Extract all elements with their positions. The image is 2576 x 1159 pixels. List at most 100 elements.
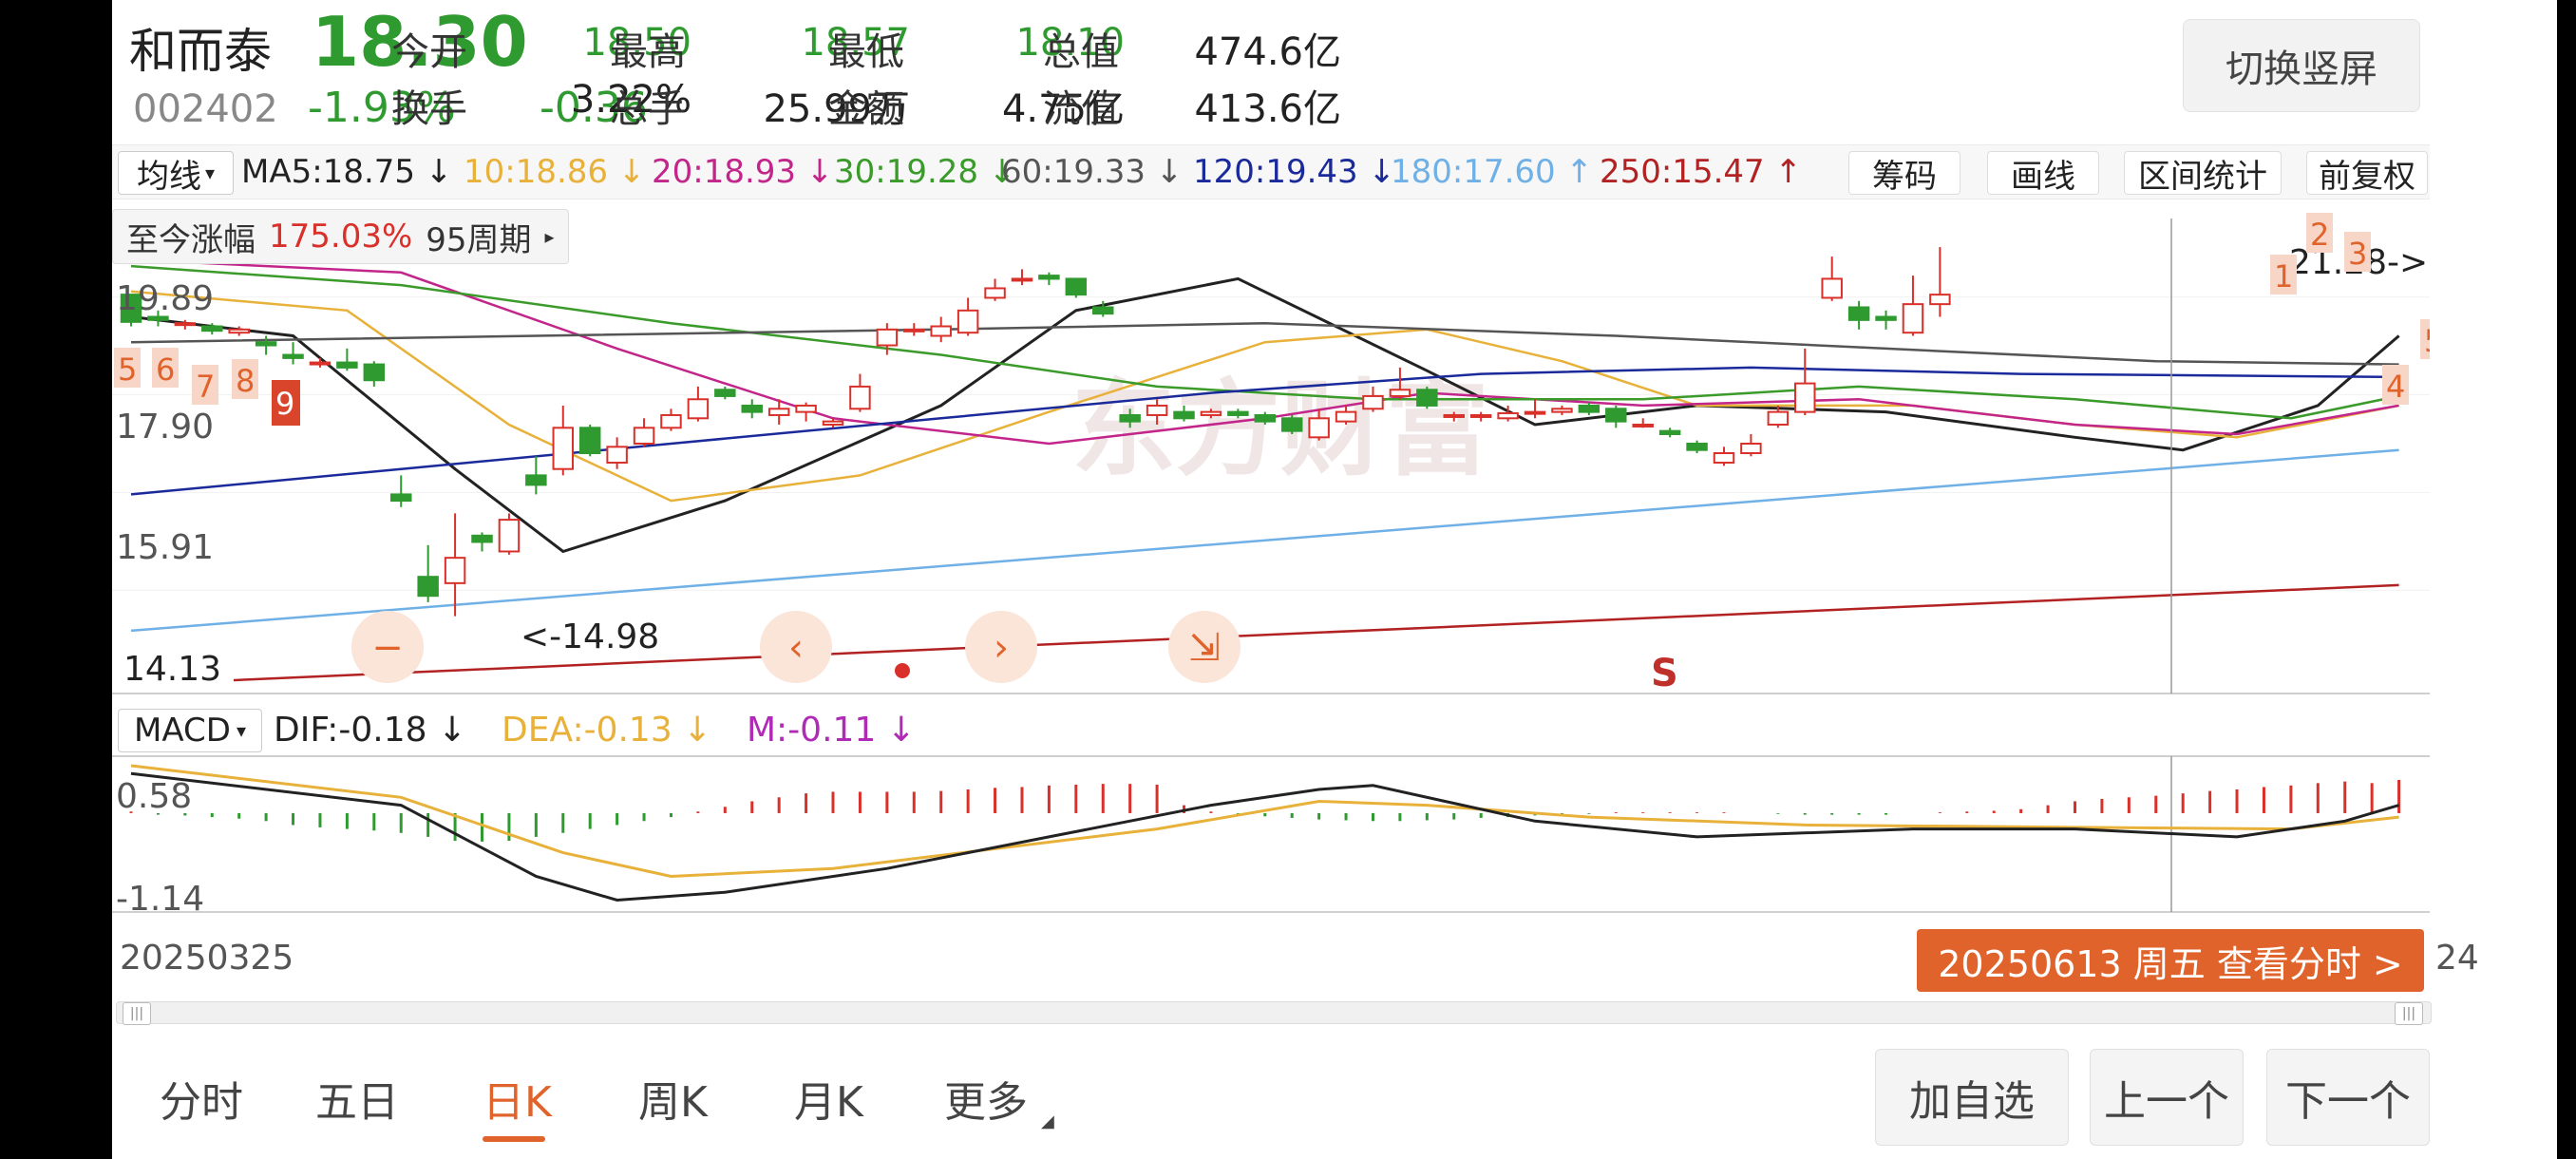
candle-body: [1443, 413, 1465, 418]
candle-body: [363, 363, 386, 382]
candle-body: [930, 325, 952, 337]
tab-0[interactable]: 分时: [160, 1068, 243, 1129]
stock-name: 和而泰: [129, 24, 272, 79]
candle-body: [1119, 413, 1141, 423]
pan-left-icon[interactable]: ‹: [760, 611, 832, 683]
candle-body: [1821, 277, 1843, 299]
candle-body: [1335, 410, 1357, 423]
candle-body: [822, 420, 844, 426]
overlay-control-glyph: ›: [994, 626, 1009, 670]
macd-dif-line: [130, 771, 2400, 902]
td-nine-number: 9: [275, 386, 294, 422]
range-stats-button[interactable]: 区间统计: [2124, 151, 2282, 196]
macd-chart[interactable]: 0.58 -1.14: [112, 709, 2430, 918]
end-date: 24: [2435, 939, 2479, 978]
candle-body: [255, 341, 277, 347]
fit-screen-icon[interactable]: ⇲: [1168, 611, 1241, 683]
ma-value: 20:18.93 ↓: [652, 153, 834, 191]
candle-body: [1713, 452, 1735, 465]
tab-2[interactable]: 日K: [483, 1068, 552, 1129]
price-axis-label: 15.91: [116, 528, 214, 567]
candle-body: [741, 404, 763, 413]
macd-axis-label: -1.14: [116, 880, 204, 918]
pan-right-icon[interactable]: ›: [965, 611, 1037, 683]
range-scroller[interactable]: ||| |||: [116, 1001, 2432, 1025]
stock-code: 002402: [133, 87, 278, 131]
td-seq-number: 6: [156, 352, 175, 388]
candle-body: [660, 413, 682, 429]
candle-body: [984, 287, 1006, 299]
quote-label: 换手: [391, 87, 467, 131]
candle-body: [471, 534, 493, 543]
candle-body: [767, 408, 790, 416]
ma-selector[interactable]: 均线 ▾: [118, 151, 234, 196]
forward-adjust-button[interactable]: 前复权: [2306, 151, 2428, 196]
candle-body: [903, 328, 925, 332]
candle-body: [228, 328, 250, 334]
range-gain-value: 175.03%: [269, 218, 413, 256]
tab-1[interactable]: 五日: [315, 1068, 399, 1129]
active-tab-indicator: [483, 1136, 545, 1142]
candle-body: [1524, 410, 1546, 415]
candle-body: [1038, 275, 1060, 280]
quote-label: 最高: [610, 30, 686, 74]
candle-body: [876, 328, 899, 347]
tab-5[interactable]: 更多: [944, 1068, 1028, 1129]
candle-body: [525, 474, 547, 486]
view-intraday-tip[interactable]: 20250613 周五 查看分时 >: [1917, 929, 2424, 992]
start-date: 20250325: [120, 939, 294, 978]
td-seq-number: 2: [2310, 217, 2329, 253]
ma-value: 30:19.28 ↓: [834, 153, 1016, 191]
candle-body: [1308, 417, 1330, 439]
candle-body: [1875, 315, 1897, 321]
range-gain-label: 至今涨幅: [126, 220, 256, 259]
price-axis-label: 17.90: [116, 408, 214, 446]
tab-3[interactable]: 周K: [638, 1068, 708, 1129]
candle-body: [1902, 303, 1924, 334]
candle-body: [957, 309, 979, 334]
tab-4[interactable]: 月K: [794, 1068, 863, 1129]
candle-body: [849, 385, 871, 410]
td-seq-number: 3: [2348, 236, 2367, 272]
caret-down-icon: ▾: [204, 162, 216, 184]
candle-body: [1767, 410, 1790, 426]
candle-body: [1740, 443, 1762, 455]
ma-value: 120:19.43 ↓: [1193, 153, 1395, 191]
range-gain-box[interactable]: 至今涨幅 175.03% 95周期 ▸: [112, 209, 569, 264]
td-seq-number: 5: [2424, 323, 2430, 359]
candle-body: [1497, 411, 1519, 420]
candle-body: [795, 404, 817, 413]
ma-value: 10:18.86 ↓: [464, 153, 646, 191]
price-axis-label: 14.13: [123, 650, 221, 689]
candle-body: [1065, 277, 1088, 296]
macd-axis-label: 0.58: [116, 777, 192, 816]
next-stock-button[interactable]: 下一个: [2266, 1049, 2430, 1146]
add-watchlist-button[interactable]: 加自选: [1875, 1049, 2069, 1146]
candle-body: [714, 389, 736, 397]
toggle-portrait-button[interactable]: 切换竖屏: [2183, 19, 2420, 112]
candle-body: [1362, 394, 1384, 410]
macd-dea-line: [130, 764, 2399, 879]
scroll-handle-right[interactable]: |||: [2395, 1002, 2423, 1025]
candle-body: [687, 398, 710, 420]
quote-label: 总手: [610, 87, 686, 131]
candle-body: [1794, 382, 1816, 413]
candle-body: [1551, 408, 1573, 413]
candlestick-chart[interactable]: 东方财富19.8917.9015.9114.13<-14.9821.28->S5…: [112, 200, 2430, 707]
ma-selector-label: 均线: [136, 157, 201, 196]
ma-value: 250:15.47 ↑: [1600, 153, 1802, 191]
draw-line-button[interactable]: 画线: [1987, 151, 2099, 196]
price-axis-label: 19.89: [116, 279, 214, 318]
candle-body: [1632, 423, 1654, 428]
sell-marker: S: [1651, 652, 1678, 695]
td-seq-number: 5: [118, 352, 137, 388]
low-price-label: <-14.98: [521, 618, 659, 656]
quote-label: 金额: [828, 87, 904, 131]
scroll-handle-left[interactable]: |||: [123, 1002, 151, 1025]
zoom-out-icon[interactable]: −: [351, 611, 424, 683]
quote-label: 总值: [1043, 30, 1119, 74]
chips-button[interactable]: 筹码: [1848, 151, 1960, 196]
previous-stock-button[interactable]: 上一个: [2090, 1049, 2244, 1146]
candle-body: [1173, 410, 1195, 420]
candle-body: [174, 322, 197, 327]
